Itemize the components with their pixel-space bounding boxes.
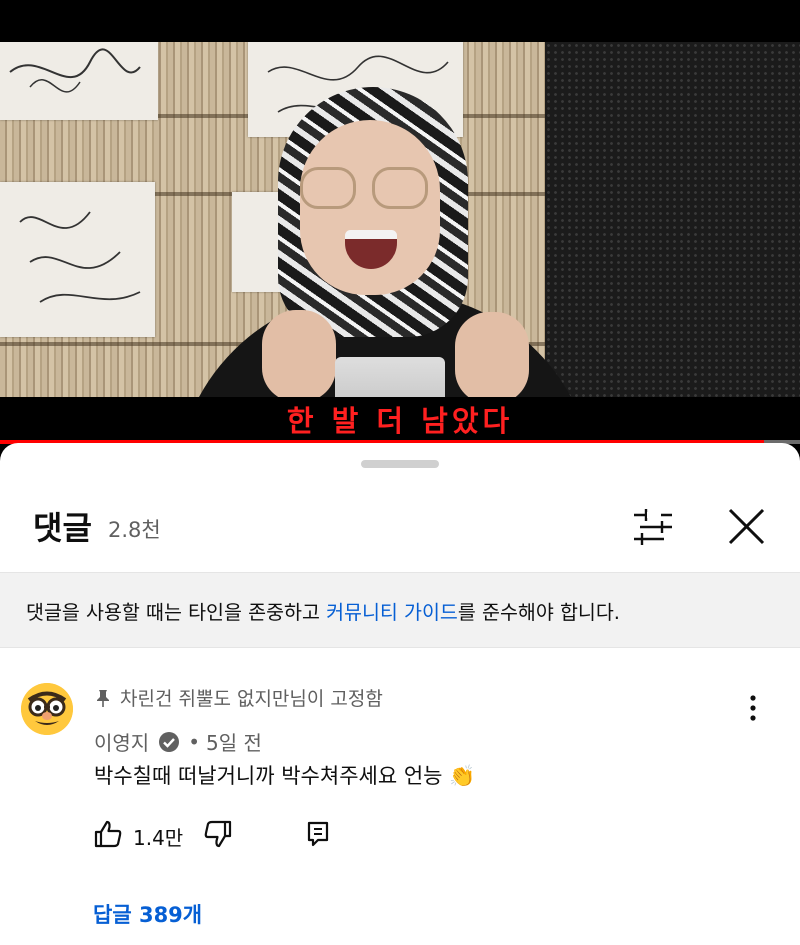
signed-poster <box>0 182 155 337</box>
video-subtitle: 한 발 더 남았다 <box>286 404 514 438</box>
hand <box>262 310 336 397</box>
sort-filter-button[interactable] <box>626 505 680 549</box>
silver-play-button-plaque <box>335 357 445 397</box>
like-count: 1.4만 <box>133 825 184 850</box>
close-icon <box>728 508 765 545</box>
video-frame <box>0 42 800 397</box>
disguise-emoji-avatar <box>21 683 73 735</box>
comments-title: 댓글 <box>33 509 92 547</box>
pin-icon <box>96 689 112 712</box>
like-button[interactable] <box>93 819 123 853</box>
pinned-label: 차린건 쥐뿔도 없지만님이 고정함 <box>96 684 383 712</box>
more-vert-icon <box>750 695 756 721</box>
glasses <box>300 167 356 209</box>
glasses <box>372 167 428 209</box>
comment-body: 박수칠때 떠날거니까 박수쳐주세요 언능 <box>94 764 443 788</box>
thumb-down-icon <box>204 820 232 848</box>
view-replies-link[interactable]: 답글 389개 <box>93 899 202 929</box>
community-guideline-notice: 댓글을 사용할 때는 타인을 존중하고 커뮤니티 가이드를 준수해야 합니다. <box>0 572 800 648</box>
verified-icon <box>158 731 180 753</box>
dislike-button[interactable] <box>203 819 233 853</box>
signed-poster <box>0 42 158 120</box>
comment-more-button[interactable] <box>738 691 768 725</box>
comment-meta: 이영지 • 5일 전 <box>94 727 262 756</box>
hand <box>455 312 529 397</box>
guideline-prefix: 댓글을 사용할 때는 타인을 존중하고 <box>26 601 327 624</box>
community-guidelines-link[interactable]: 커뮤니티 가이드 <box>326 601 458 624</box>
reply-button[interactable] <box>305 820 331 852</box>
separator-dot: • <box>188 729 200 754</box>
close-button[interactable] <box>720 501 772 553</box>
drag-handle[interactable] <box>361 460 439 468</box>
comment-time: 5일 전 <box>206 731 262 755</box>
video-player[interactable]: 한 발 더 남았다 <box>0 0 800 450</box>
tune-icon <box>634 509 672 545</box>
comments-count: 2.8천 <box>108 518 161 542</box>
comment-text: 박수칠때 떠날거니까 박수쳐주세요 언능 👏 <box>94 760 475 790</box>
clapping-hands-emoji: 👏 <box>449 764 476 788</box>
comment-author[interactable]: 이영지 <box>94 727 149 756</box>
comment-actions: 1.4만 <box>93 820 331 852</box>
comments-sheet: 댓글 2.8천 댓글을 사용할 때는 타인을 존중하고 커뮤니티 가이드를 준수… <box>0 443 800 945</box>
thumb-up-icon <box>94 820 122 848</box>
avatar[interactable] <box>21 683 73 735</box>
reply-comment-icon <box>308 821 329 847</box>
pinned-label-text: 차린건 쥐뿔도 없지만님이 고정함 <box>120 688 383 710</box>
acoustic-panel <box>545 42 800 397</box>
guideline-suffix: 를 준수해야 합니다. <box>457 601 620 624</box>
